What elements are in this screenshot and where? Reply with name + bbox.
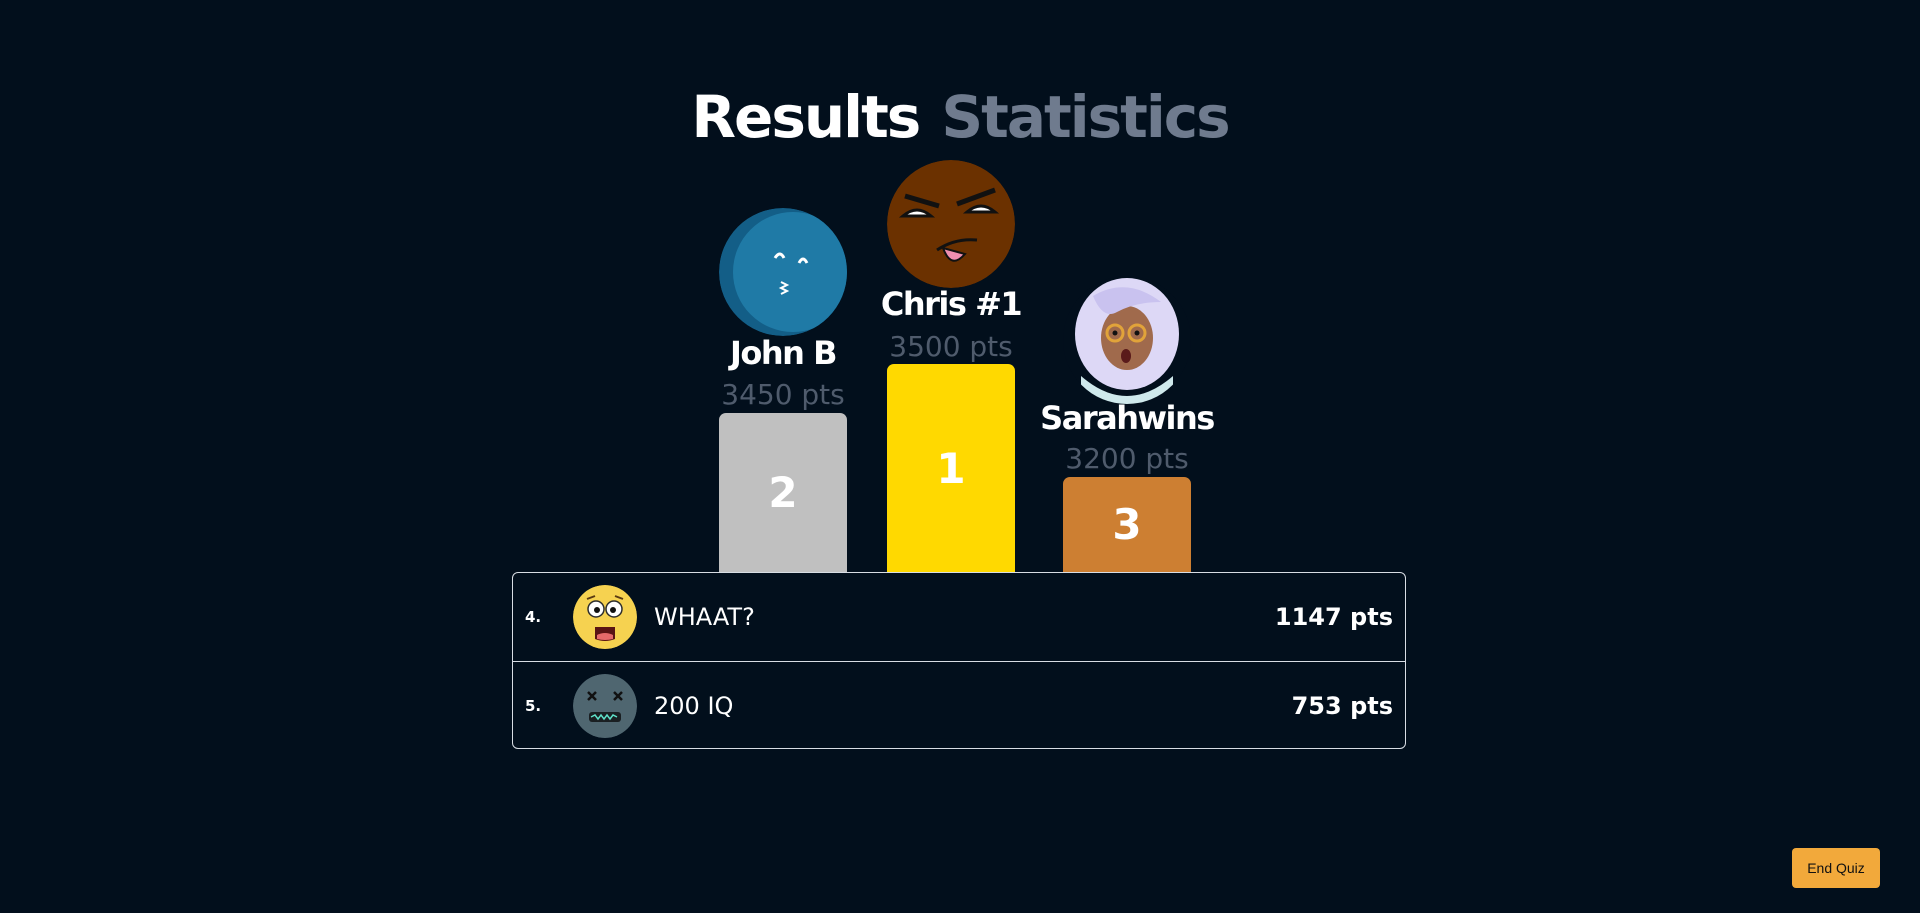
list-item: 5. 200 IQ 753 pts <box>513 661 1405 748</box>
list-item-points: 753 pts <box>1291 691 1393 720</box>
blue-ball-kiss-avatar-icon <box>719 208 847 336</box>
podium-name-first: Chris #1 <box>880 285 1023 323</box>
list-item-name: WHAAT? <box>654 603 755 631</box>
podium-points-second: 3450 pts <box>721 378 845 411</box>
surprised-woman-avatar-icon <box>1063 276 1191 404</box>
podium-name-third: Sarahwins <box>1040 399 1215 437</box>
podium-rank-first: 1 <box>936 443 966 493</box>
leaderboard-list: 4. WHAAT? 1147 pts 5. 200 IQ 753 pts <box>512 572 1406 749</box>
podium-block-second: 2 <box>719 413 847 572</box>
tab-results[interactable]: Results <box>691 82 921 152</box>
list-item-rank: 4. <box>525 608 542 626</box>
podium-rank-second: 2 <box>768 468 798 517</box>
podium-block-third: 3 <box>1063 477 1191 572</box>
dizzy-face-avatar-icon <box>573 673 637 738</box>
end-quiz-button[interactable]: End Quiz <box>1792 848 1880 888</box>
podium-block-first: 1 <box>887 364 1015 572</box>
list-item: 4. WHAAT? 1147 pts <box>513 573 1405 661</box>
podium-points-first: 3500 pts <box>889 330 1013 363</box>
podium-rank-third: 3 <box>1112 500 1142 549</box>
smug-face-avatar-icon <box>887 160 1015 288</box>
list-item-rank: 5. <box>525 696 542 715</box>
podium-points-third: 3200 pts <box>1065 442 1189 475</box>
tab-statistics[interactable]: Statistics <box>941 82 1230 152</box>
shocked-emoji-avatar-icon <box>573 585 637 649</box>
list-item-points: 1147 pts <box>1274 603 1393 631</box>
results-tabs: Results Statistics <box>0 82 1920 152</box>
list-item-name: 200 IQ <box>654 691 734 720</box>
